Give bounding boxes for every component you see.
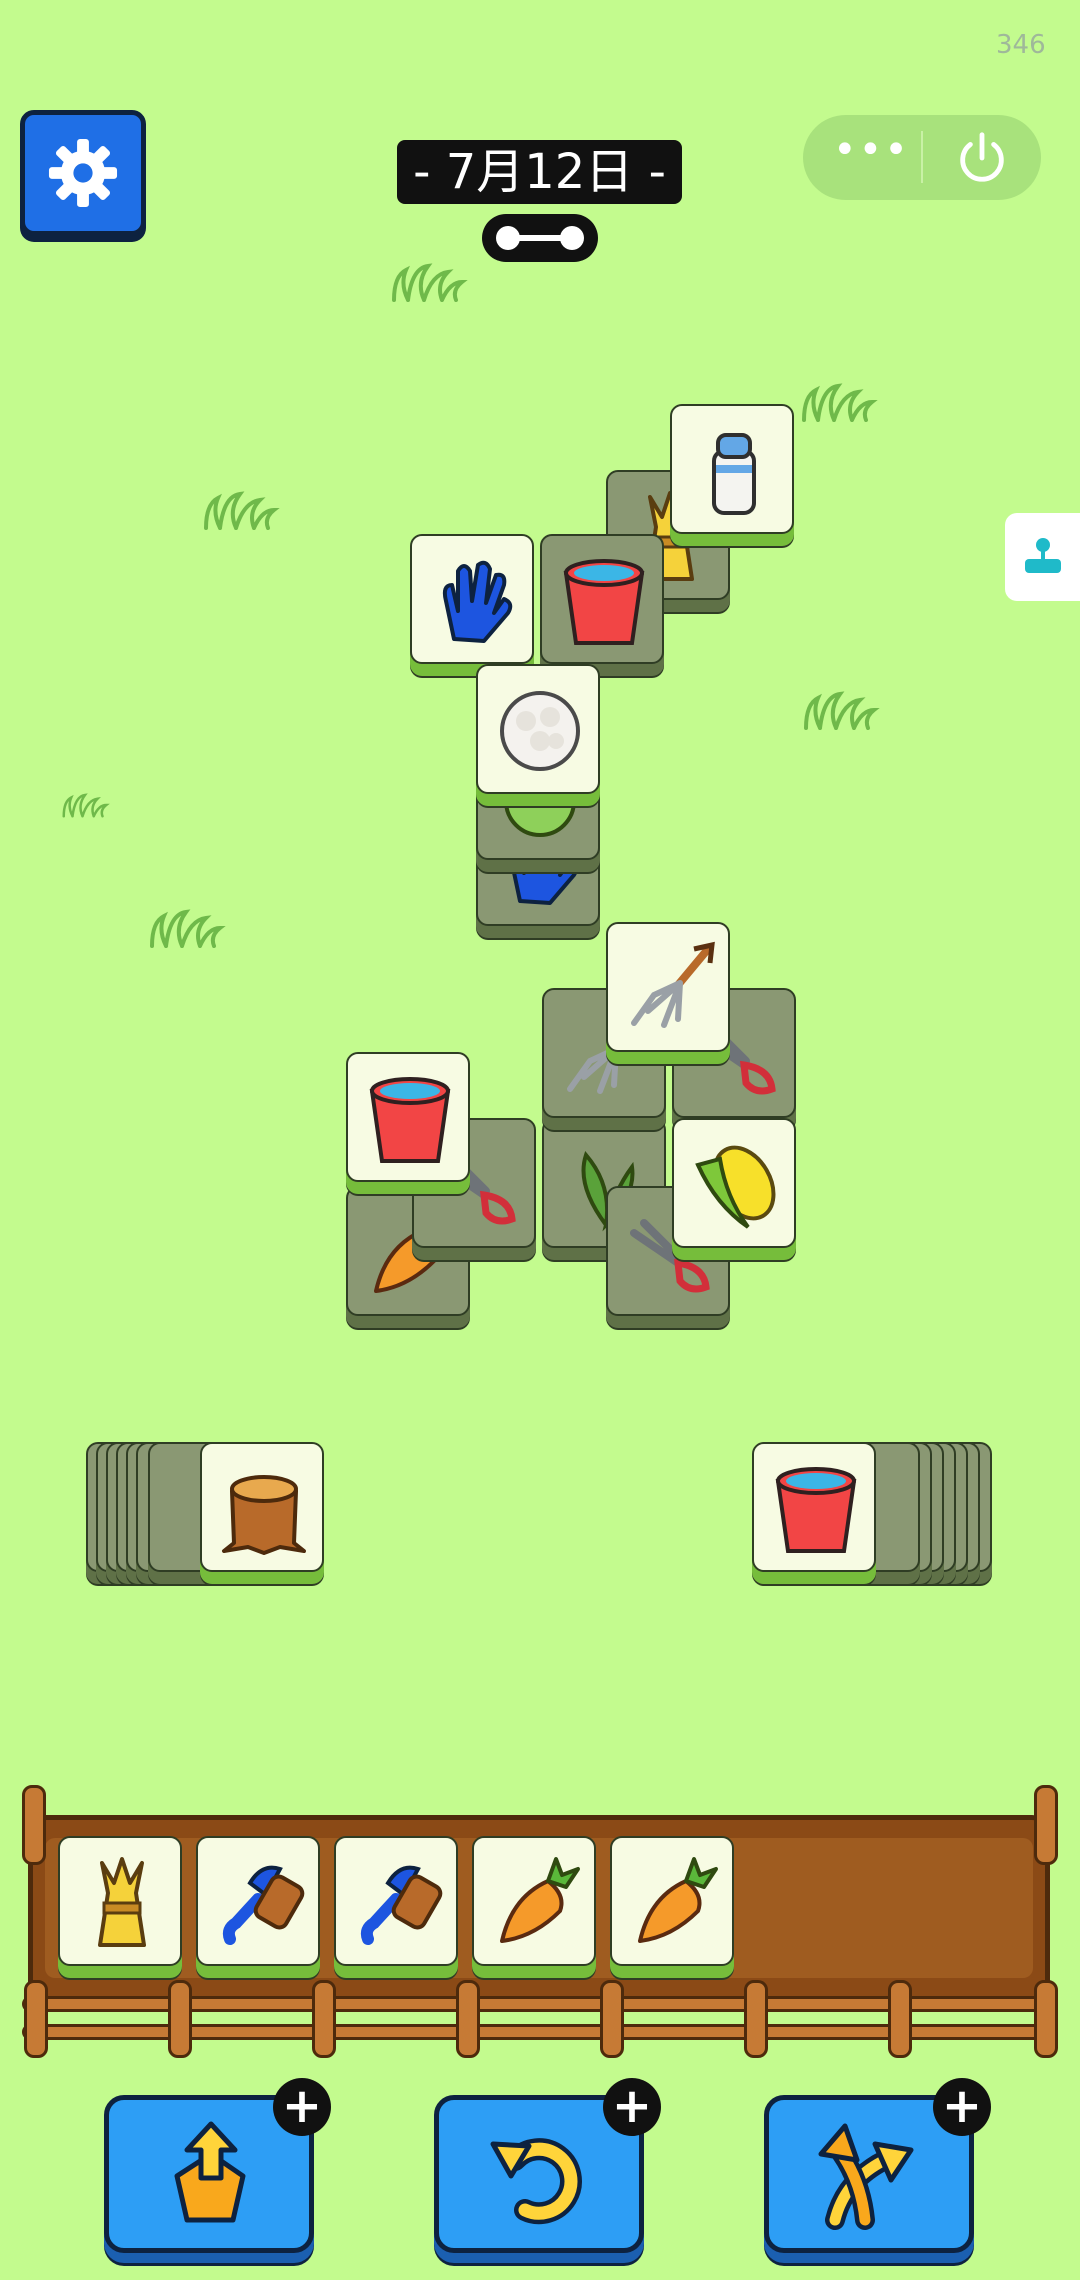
undo-button[interactable]: + xyxy=(434,2078,661,2253)
settings-button[interactable] xyxy=(20,110,146,236)
shuffle-button[interactable]: + xyxy=(764,2078,991,2253)
side-game-button[interactable] xyxy=(1005,513,1080,601)
tray-slot-carrot xyxy=(610,1836,734,1966)
shuffle-icon xyxy=(818,2123,914,2230)
tray-slot-carrot xyxy=(472,1836,596,1966)
tile-milk-bottle[interactable] xyxy=(670,404,794,534)
grass-decoration xyxy=(60,780,110,830)
game-controller-icon xyxy=(1024,538,1061,573)
add-tool-badge[interactable]: + xyxy=(933,2078,991,2136)
tile-cauliflower[interactable] xyxy=(476,664,600,794)
grass-decoration xyxy=(798,382,878,422)
tray-slot-brush xyxy=(196,1836,320,1966)
frame-counter: 346 xyxy=(996,30,1046,60)
tile-pitchfork[interactable] xyxy=(606,922,730,1052)
tile-tree-stump[interactable] xyxy=(200,1442,324,1572)
grass-decoration xyxy=(800,690,880,730)
gear-icon xyxy=(48,138,118,208)
grass-decoration xyxy=(388,262,468,302)
undo-icon xyxy=(490,2138,582,2225)
power-icon[interactable] xyxy=(953,129,1011,187)
more-dots-icon[interactable]: ••• xyxy=(833,130,908,179)
tile-water-bucket[interactable] xyxy=(346,1052,470,1182)
grass-decoration xyxy=(146,908,226,948)
tray-slot-wheat xyxy=(58,1836,182,1966)
tile-corn[interactable] xyxy=(672,1118,796,1248)
tray-slot-brush xyxy=(334,1836,458,1966)
add-tool-badge[interactable]: + xyxy=(273,2078,331,2136)
add-tool-badge[interactable]: + xyxy=(603,2078,661,2136)
tile-water-bucket xyxy=(540,534,664,664)
grass-decoration xyxy=(200,490,280,530)
level-progress-indicator xyxy=(482,214,598,262)
move-out-button[interactable]: + xyxy=(104,2078,331,2253)
mini-program-capsule: ••• xyxy=(803,115,1041,200)
tile-glove[interactable] xyxy=(410,534,534,664)
pop-up-icon xyxy=(174,2121,246,2223)
level-date-label: - 7月12日 - xyxy=(397,140,682,204)
tile-water-bucket[interactable] xyxy=(752,1442,876,1572)
